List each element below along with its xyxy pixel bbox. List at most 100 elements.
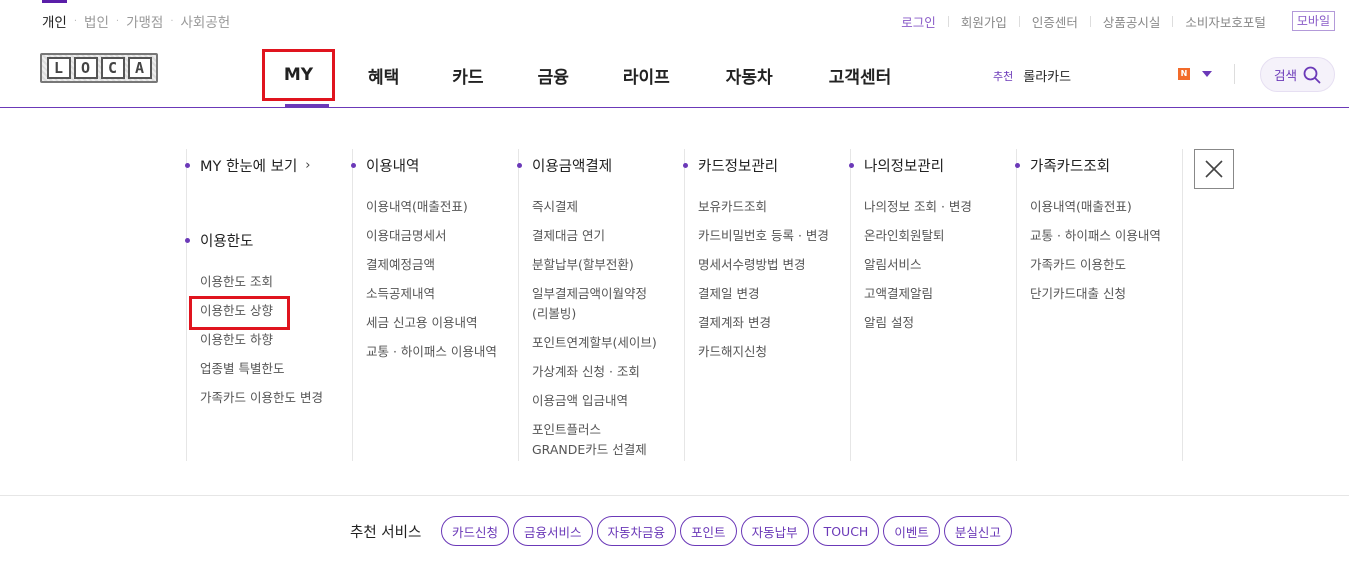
menu-item[interactable]: 나의정보 조회 · 변경 xyxy=(864,198,972,215)
menu-item[interactable]: 결제일 변경 xyxy=(698,285,829,302)
menu-item[interactable]: 교통 · 하이패스 이용내역 xyxy=(366,343,497,360)
bullet-icon xyxy=(185,163,190,168)
menu-head-usage[interactable]: 이용내역 xyxy=(351,155,419,176)
menu-head-my-info[interactable]: 나의정보관리 xyxy=(849,155,944,176)
global-nav: MY 혜택 카드 금융 라이프 자동차 고객센터 xyxy=(262,49,892,107)
recommend-word[interactable]: 롤라카드 xyxy=(1023,66,1071,85)
menu-head-my-overview[interactable]: MY 한눈에 보기 › xyxy=(185,155,311,176)
chip-lost-report[interactable]: 분실신고 xyxy=(943,516,1012,546)
menu-item-line: 일부결제금액이월약정 xyxy=(532,286,648,301)
menu-item[interactable]: 교통 · 하이패스 이용내역 xyxy=(1030,227,1161,244)
menu-item[interactable]: 알림서비스 xyxy=(864,256,972,273)
logo-letter: A xyxy=(127,57,152,79)
mobile-button[interactable]: 모바일 xyxy=(1291,11,1335,31)
nav-finance[interactable]: 금융 xyxy=(538,63,569,88)
menu-head-payment[interactable]: 이용금액결제 xyxy=(517,155,612,176)
menu-item[interactable]: 소득공제내역 xyxy=(366,285,497,302)
menu-item[interactable]: 가상계좌 신청 · 조회 xyxy=(532,363,657,380)
nav-life[interactable]: 라이프 xyxy=(623,63,670,88)
consumer-portal-link[interactable]: 소비자보호포털 xyxy=(1185,12,1266,31)
menu-item[interactable]: 결제예정금액 xyxy=(366,256,497,273)
menu-item[interactable]: 분할납부(할부전환) xyxy=(532,256,657,273)
recommend-keyword[interactable]: 추천 롤라카드 xyxy=(993,66,1071,86)
menu-list-card-info: 보유카드조회 카드비밀번호 등록 · 변경 명세서수령방법 변경 결제일 변경 … xyxy=(698,198,829,372)
search-button[interactable]: 검색 xyxy=(1260,57,1335,92)
close-icon xyxy=(1205,160,1223,178)
menu-item[interactable]: 이용한도 하향 xyxy=(200,331,323,348)
login-link[interactable]: 로그인 xyxy=(901,12,936,31)
product-notice-link[interactable]: 상품공시실 xyxy=(1103,12,1161,31)
cert-center-link[interactable]: 인증센터 xyxy=(1032,12,1078,31)
menu-item[interactable]: 알림 설정 xyxy=(864,314,972,331)
segment-corporate[interactable]: 법인 xyxy=(84,11,109,31)
divider xyxy=(947,15,949,27)
menu-item[interactable]: 이용대금명세서 xyxy=(366,227,497,244)
menu-item[interactable]: 세금 신고용 이용내역 xyxy=(366,314,497,331)
menu-item[interactable]: 카드비밀번호 등록 · 변경 xyxy=(698,227,829,244)
chip-point[interactable]: 포인트 xyxy=(680,516,737,546)
menu-head-label: 카드정보관리 xyxy=(698,159,779,175)
logo-letter: O xyxy=(73,57,98,79)
chip-car-finance[interactable]: 자동차금융 xyxy=(596,516,677,546)
chip-auto-pay[interactable]: 자동납부 xyxy=(740,516,809,546)
chip-card-apply[interactable]: 카드신청 xyxy=(441,516,510,546)
recommend-services-label: 추천 서비스 xyxy=(350,525,422,541)
menu-item[interactable]: 이용한도 조회 xyxy=(200,273,323,290)
menu-head-limit[interactable]: 이용한도 xyxy=(185,230,253,251)
menu-item[interactable]: 단기카드대출 신청 xyxy=(1030,285,1161,302)
menu-item-revolving[interactable]: 일부결제금액이월약정 (리볼빙) xyxy=(532,285,657,322)
menu-head-label: 이용한도 xyxy=(200,234,254,250)
menu-head-label: 나의정보관리 xyxy=(864,159,945,175)
loca-logo[interactable]: L O C A xyxy=(40,53,158,83)
menu-head-label: 가족카드조회 xyxy=(1030,159,1111,175)
menu-head-family[interactable]: 가족카드조회 xyxy=(1015,155,1110,176)
menu-column-my: MY 한눈에 보기 › 이용한도 이용한도 조회 이용한도 상향 이용한도 하향… xyxy=(185,149,352,461)
menu-item[interactable]: 보유카드조회 xyxy=(698,198,829,215)
nav-benefit[interactable]: 혜택 xyxy=(368,63,399,88)
menu-item[interactable]: 카드해지신청 xyxy=(698,343,829,360)
menu-item[interactable]: 이용금액 입금내역 xyxy=(532,392,657,409)
segment-personal[interactable]: 개인 xyxy=(42,0,67,31)
menu-item[interactable]: 가족카드 이용한도 변경 xyxy=(200,389,323,406)
menu-item[interactable]: 포인트연계할부(세이브) xyxy=(532,334,657,351)
divider xyxy=(1089,15,1091,27)
menu-item-grande[interactable]: 포인트플러스 GRANDE카드 선결제 xyxy=(532,421,657,458)
top-utility-bar: 개인 · 법인 · 가맹점 · 사회공헌 로그인 회원가입 인증센터 상품공시실… xyxy=(0,0,1349,40)
menu-item[interactable]: 명세서수령방법 변경 xyxy=(698,256,829,273)
menu-list-family: 이용내역(매출전표) 교통 · 하이패스 이용내역 가족카드 이용한도 단기카드… xyxy=(1030,198,1161,314)
caret-down-icon[interactable] xyxy=(1202,71,1212,77)
bullet-icon xyxy=(1015,163,1020,168)
divider xyxy=(1018,15,1020,27)
menu-column-payment: 이용금액결제 즉시결제 결제대금 연기 분할납부(할부전환) 일부결제금액이월약… xyxy=(517,149,684,461)
menu-item[interactable]: 이용내역(매출전표) xyxy=(366,198,497,215)
chip-event[interactable]: 이벤트 xyxy=(883,516,940,546)
chip-finance[interactable]: 금융서비스 xyxy=(513,516,593,546)
search-icon xyxy=(1303,66,1321,83)
logo-letter: C xyxy=(100,57,125,79)
nav-my[interactable]: MY xyxy=(262,49,335,107)
nav-car[interactable]: 자동차 xyxy=(726,63,773,88)
menu-item[interactable]: 가족카드 이용한도 xyxy=(1030,256,1161,273)
menu-item[interactable]: 이용내역(매출전표) xyxy=(1030,198,1161,215)
segment-merchant[interactable]: 가맹점 xyxy=(126,11,163,31)
menu-item[interactable]: 업종별 특별한도 xyxy=(200,360,323,377)
service-chips: 카드신청 금융서비스 자동차금융 포인트 자동납부 TOUCH 이벤트 분실신고 xyxy=(441,516,1012,546)
nav-card[interactable]: 카드 xyxy=(452,63,483,88)
menu-item[interactable]: 온라인회원탈퇴 xyxy=(864,227,972,244)
chip-touch[interactable]: TOUCH xyxy=(812,516,880,546)
separator-dot: · xyxy=(115,15,120,27)
menu-item-line: (리볼빙) xyxy=(532,306,577,321)
menu-item-limit-increase[interactable]: 이용한도 상향 xyxy=(189,296,323,330)
menu-item[interactable]: 즉시결제 xyxy=(532,198,657,215)
segment-social[interactable]: 사회공헌 xyxy=(181,11,231,31)
nav-customer-center[interactable]: 고객센터 xyxy=(829,63,892,88)
menu-item[interactable]: 결제계좌 변경 xyxy=(698,314,829,331)
menu-head-card-info[interactable]: 카드정보관리 xyxy=(683,155,778,176)
close-menu-button[interactable] xyxy=(1194,149,1234,189)
join-link[interactable]: 회원가입 xyxy=(961,12,1007,31)
menu-list-usage: 이용내역(매출전표) 이용대금명세서 결제예정금액 소득공제내역 세금 신고용 … xyxy=(366,198,497,372)
logo-letter: L xyxy=(46,57,71,79)
menu-item[interactable]: 결제대금 연기 xyxy=(532,227,657,244)
my-mega-menu: MY 한눈에 보기 › 이용한도 이용한도 조회 이용한도 상향 이용한도 하향… xyxy=(185,149,1183,461)
menu-item[interactable]: 고액결제알림 xyxy=(864,285,972,302)
